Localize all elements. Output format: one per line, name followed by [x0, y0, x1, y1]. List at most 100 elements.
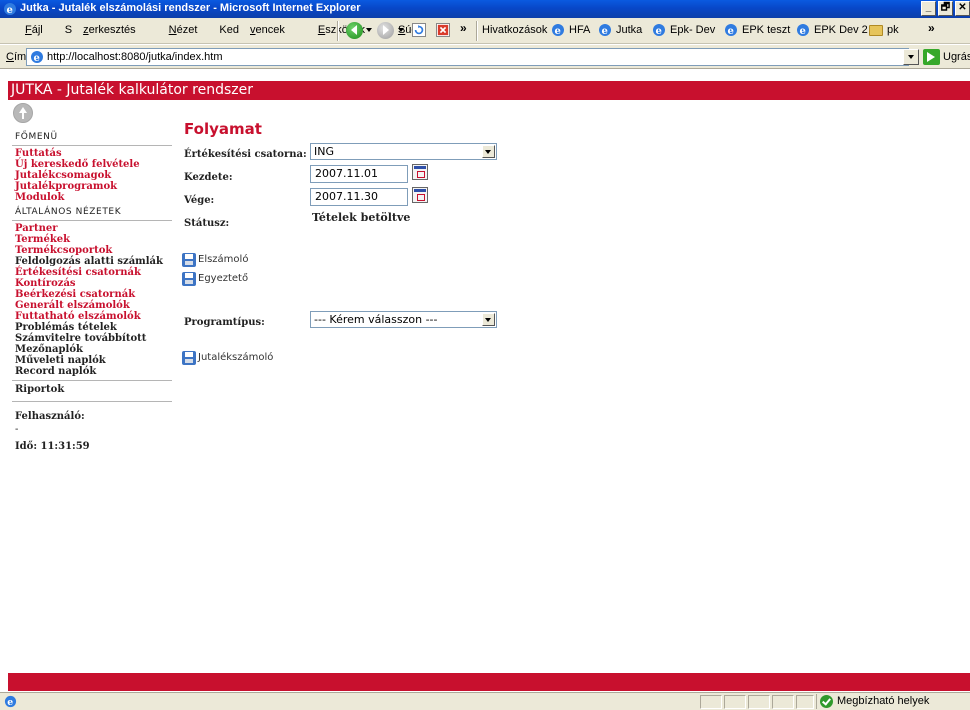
up-arrow-icon[interactable] [13, 103, 33, 123]
link-pk[interactable]: pk [869, 24, 899, 36]
address-label-accesskey: C [6, 51, 14, 63]
address-label: Cím [6, 51, 26, 63]
footer-band [8, 673, 970, 691]
page-icon: e [552, 24, 564, 37]
address-url: http://localhost:8080/jutka/index.htm [47, 51, 223, 63]
security-zone-label: Megbízható helyek [837, 695, 930, 707]
trusted-zone-icon [820, 695, 833, 708]
link-hfa[interactable]: e HFA [551, 24, 590, 37]
link-epk-dev-2[interactable]: e EPK Dev 2 [796, 24, 868, 37]
page-icon: e [653, 24, 665, 37]
start-label: Kezdete: [184, 172, 233, 183]
minimize-button[interactable]: _ [921, 1, 936, 16]
menu-toolbar: Fájl Szerkesztés Nézet Kedvencek Eszközö… [0, 18, 970, 44]
refresh-icon[interactable] [412, 23, 426, 37]
sidebar-item-commission-programs[interactable]: Jutalékprogramok [12, 181, 172, 192]
end-date-input[interactable]: 2007.11.30 [310, 188, 408, 206]
go-button[interactable]: Ugrás [923, 49, 970, 65]
security-zone[interactable]: Megbízható helyek [816, 694, 970, 709]
menu-accesskey: F [25, 24, 32, 36]
window-titlebar[interactable]: e Jutka - Jutalék elszámolási rendszer -… [0, 0, 970, 18]
address-dropdown-icon[interactable] [903, 49, 919, 65]
save-icon [182, 272, 196, 286]
sidebar-item-accounting[interactable]: Kontírozás [12, 278, 172, 289]
menu-text: ájl [31, 24, 43, 36]
program-type-label: Programtípus: [184, 317, 265, 328]
toolbar-separator [337, 21, 339, 41]
commission-calculator-button[interactable]: Jutalékszámoló [182, 350, 273, 366]
start-date-input[interactable]: 2007.11.01 [310, 165, 408, 183]
sidebar-item-invoices-in-progress: Feldolgozás alatti számlák [15, 256, 163, 267]
menu-text: S [64, 24, 73, 36]
reconcile-label: Egyeztető [198, 273, 249, 284]
stop-icon[interactable] [436, 23, 450, 37]
maximize-button[interactable]: 🗗 [938, 1, 953, 16]
calendar-icon[interactable] [412, 164, 428, 180]
menu-view[interactable]: Nézet [158, 24, 209, 36]
sidebar-item-product-groups[interactable]: Termékcsoportok [12, 245, 172, 256]
app-title: JUTKA - Jutalék kalkulátor rendszer [11, 82, 253, 98]
status-value: Tételek betöltve [312, 211, 411, 224]
time-label: Idő: 11:31:59 [15, 441, 90, 452]
sidebar-item-inbound-channels[interactable]: Beérkezési csatornák [12, 289, 172, 300]
window-controls: _ 🗗 ✕ [921, 1, 970, 16]
status-panel [772, 695, 794, 709]
address-bar: Cím e http://localhost:8080/jutka/index.… [0, 45, 970, 69]
links-label[interactable]: Hivatkozások [482, 24, 547, 36]
settlement-button[interactable]: Elszámoló [182, 252, 248, 268]
sidebar-item-reports: Riportok [15, 384, 65, 395]
link-epk-teszt[interactable]: e EPK teszt [724, 24, 790, 37]
link-epk-dev[interactable]: e Epk- Dev [652, 24, 715, 37]
svg-text:e: e [7, 5, 13, 16]
svg-text:e: e [34, 53, 40, 64]
svg-text:e: e [602, 26, 608, 37]
page-icon: e [599, 24, 611, 37]
sidebar-item-products[interactable]: Termékek [12, 234, 172, 245]
menu-file[interactable]: Fájl [14, 24, 54, 36]
sidebar-item-modules[interactable]: Modulok [12, 192, 172, 203]
user-value: - [15, 424, 19, 435]
back-icon[interactable] [346, 22, 363, 39]
address-input[interactable]: e http://localhost:8080/jutka/index.htm [26, 48, 909, 66]
sidebar-item-run[interactable]: Futtatás [12, 148, 172, 159]
links-chevron[interactable]: » [928, 21, 935, 35]
menu-help[interactable]: Súgó [387, 24, 435, 36]
forward-dropdown-icon[interactable] [398, 28, 404, 32]
link-label: EPK Dev 2 [814, 24, 868, 36]
sidebar-item-problem-items: Problémás tételek [15, 322, 117, 333]
link-jutka[interactable]: e Jutka [598, 24, 642, 37]
status-panel [796, 695, 814, 709]
status-panel [724, 695, 746, 709]
commission-calculator-label: Jutalékszámoló [198, 352, 274, 363]
menu-favorites[interactable]: Ked vencek [219, 24, 295, 36]
toolbar-separator [476, 21, 478, 41]
sidebar-item-new-dealer[interactable]: Új kereskedő felvétele [12, 159, 172, 170]
sidebar-item-sales-channels[interactable]: Értékesítési csatornák [12, 267, 172, 278]
sidebar-divider [12, 401, 172, 402]
menu-accesskey: v [250, 24, 256, 36]
link-label: pk [887, 24, 899, 36]
app-header: JUTKA - Jutalék kalkulátor rendszer [8, 81, 970, 100]
svg-text:e: e [7, 697, 13, 708]
menu-edit[interactable]: Szerkesztés [65, 24, 147, 36]
address-label-text: ím [13, 51, 27, 63]
page-icon: e [797, 24, 809, 37]
svg-text:e: e [656, 26, 662, 37]
toolbar-chevron[interactable]: » [460, 21, 467, 35]
end-label: Vége: [184, 195, 215, 206]
program-type-select[interactable]: --- Kérem válasszon --- [310, 311, 497, 328]
sidebar-item-runnable-settlements[interactable]: Futtatható elszámolók [12, 311, 172, 322]
reconcile-button[interactable]: Egyeztető [182, 271, 248, 287]
svg-text:e: e [555, 26, 561, 37]
forward-icon[interactable] [377, 22, 394, 39]
channel-select[interactable]: ING [310, 143, 497, 160]
back-dropdown-icon[interactable] [366, 28, 372, 32]
menu-text: encek [255, 24, 285, 36]
folder-icon [869, 25, 883, 36]
status-panel [700, 695, 722, 709]
sidebar-item-partner[interactable]: Partner [12, 223, 172, 234]
sidebar-item-generated-settlements[interactable]: Generált elszámolók [12, 300, 172, 311]
sidebar-item-commission-packages[interactable]: Jutalékcsomagok [12, 170, 172, 181]
calendar-icon[interactable] [412, 187, 428, 203]
close-button[interactable]: ✕ [955, 1, 970, 16]
